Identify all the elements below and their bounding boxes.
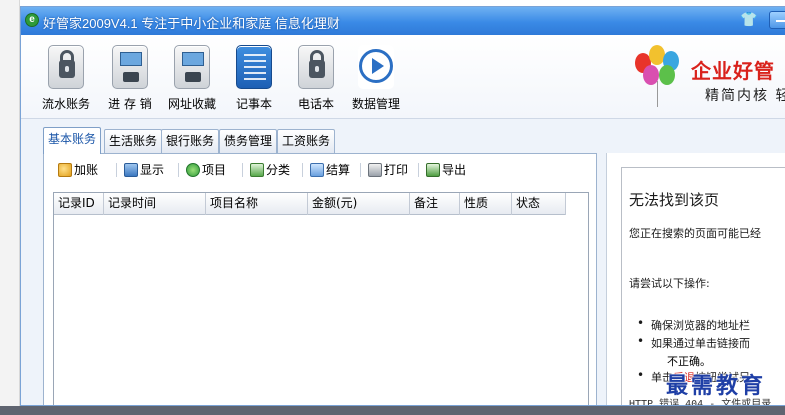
display-label: 显示 <box>140 163 165 177</box>
toolbar-button-phonebook[interactable]: 电话本 <box>285 45 347 117</box>
column-header-nature[interactable]: 性质 <box>460 193 512 215</box>
storage-icon <box>112 45 148 89</box>
watermark: 最需教育 <box>666 373 767 399</box>
settle-icon <box>310 163 324 177</box>
project-label: 项目 <box>202 163 227 177</box>
print-icon <box>368 163 382 177</box>
display-icon <box>124 163 138 177</box>
column-header-status[interactable]: 状态 <box>512 193 566 215</box>
settle-label: 结算 <box>326 163 351 177</box>
play-icon <box>358 45 394 89</box>
main-toolbar: 流水账务 进 存 销 网址收藏 记事本 电话本 数据管理 企业好管 精简内核 轻 <box>21 35 785 119</box>
export-button[interactable]: 导出 <box>426 160 466 180</box>
column-header-item-name[interactable]: 项目名称 <box>206 193 308 215</box>
refresh-icon <box>186 163 200 177</box>
settle-button[interactable]: 结算 <box>310 160 350 180</box>
excel-icon <box>250 163 264 177</box>
category-label: 分类 <box>266 163 291 177</box>
print-button[interactable]: 打印 <box>368 160 408 180</box>
column-header-note[interactable]: 备注 <box>410 193 460 215</box>
notebook-icon <box>236 45 272 89</box>
records-table[interactable]: 记录ID 记录时间 项目名称 金额(元) 备注 性质 状态 <box>53 192 589 405</box>
brand-banner: 企业好管 精简内核 轻 <box>629 41 785 119</box>
toolbar-label: 电话本 <box>297 97 334 111</box>
title-bar[interactable]: e 好管家2009V4.1 专注于中小企业和家庭 信息化理财 👕 <box>21 7 785 35</box>
tab-salary-accounts[interactable]: 工资账务 <box>277 129 336 153</box>
display-button[interactable]: 显示 <box>124 160 164 180</box>
lock-icon <box>48 45 84 89</box>
category-button[interactable]: 分类 <box>250 160 290 180</box>
tab-basic-accounts[interactable]: 基本账务 <box>43 127 102 154</box>
tab-debt-management[interactable]: 债务管理 <box>219 129 278 153</box>
background-window-edge <box>0 0 20 415</box>
error-bullet-1: 确保浏览器的地址栏 <box>637 316 750 333</box>
add-icon <box>58 163 72 177</box>
toolbar-label: 数据管理 <box>351 97 400 111</box>
taskbar-edge <box>0 406 785 415</box>
column-header-amount[interactable]: 金额(元) <box>308 193 410 215</box>
tab-panel: 加账 显示 项目 分类 结算 打印 导出 记录ID 记录时间 项目名称 金额(元… <box>43 153 597 405</box>
toolbar-label: 网址收藏 <box>167 97 216 111</box>
export-label: 导出 <box>442 163 467 177</box>
toolbar-button-data-management[interactable]: 数据管理 <box>345 45 407 117</box>
toolbar-label: 流水账务 <box>41 97 90 111</box>
window-title: 好管家2009V4.1 专注于中小企业和家庭 信息化理财 <box>43 16 340 31</box>
error-title: 无法找到该页 <box>629 191 720 209</box>
minimize-button[interactable] <box>769 11 785 29</box>
error-bullet-2-continuation: 不正确。 <box>667 355 711 368</box>
app-window: e 好管家2009V4.1 专注于中小企业和家庭 信息化理财 👕 流水账务 进 … <box>20 6 785 406</box>
lock-icon <box>298 45 334 89</box>
error-description: 您正在搜索的页面可能已经 <box>629 227 761 240</box>
toolbar-button-notebook[interactable]: 记事本 <box>223 45 285 117</box>
toolbar-button-ledger[interactable]: 流水账务 <box>35 45 97 117</box>
column-header-record-time[interactable]: 记录时间 <box>104 193 206 215</box>
add-entry-label: 加账 <box>74 163 99 177</box>
tab-bank-accounts[interactable]: 银行账务 <box>161 129 220 153</box>
export-icon <box>426 163 440 177</box>
column-header-record-id[interactable]: 记录ID <box>54 193 104 215</box>
skin-icon[interactable]: 👕 <box>739 11 759 29</box>
app-logo-icon: e <box>25 13 39 27</box>
toolbar-label: 进 存 销 <box>108 97 152 111</box>
toolbar-button-bookmarks[interactable]: 网址收藏 <box>161 45 223 117</box>
error-try-text: 请尝试以下操作: <box>629 277 710 290</box>
print-label: 打印 <box>384 163 409 177</box>
toolbar-button-inventory[interactable]: 进 存 销 <box>99 45 161 117</box>
toolbar-label: 记事本 <box>235 97 272 111</box>
tab-living-accounts[interactable]: 生活账务 <box>104 129 163 153</box>
error-bullet-2: 如果通过单击链接而 <box>637 334 750 351</box>
brand-name: 企业好管 <box>691 59 775 83</box>
brand-slogan: 精简内核 轻 <box>705 88 785 104</box>
table-header: 记录ID 记录时间 项目名称 金额(元) 备注 性质 状态 <box>54 193 566 215</box>
storage-icon <box>174 45 210 89</box>
project-button[interactable]: 项目 <box>186 160 226 180</box>
add-entry-button[interactable]: 加账 <box>58 160 98 180</box>
balloons-icon <box>629 45 689 111</box>
